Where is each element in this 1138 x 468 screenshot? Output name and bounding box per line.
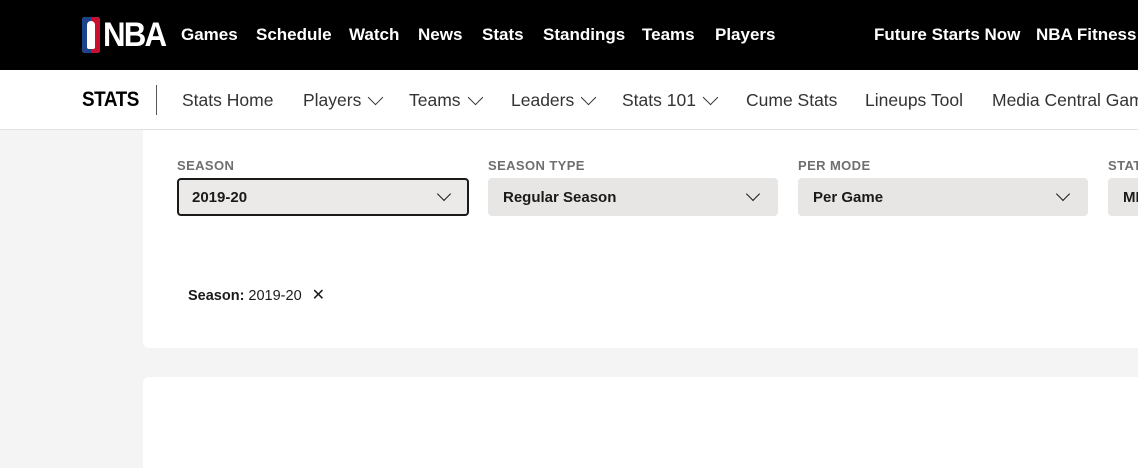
per-mode-select-value: Per Game (813, 188, 884, 206)
nav-link-teams[interactable]: Teams (642, 24, 695, 46)
active-filter-value: 2019-20 (248, 288, 302, 304)
nba-logo-icon (82, 17, 100, 53)
subnav-media-central[interactable]: Media Central Gam (992, 89, 1138, 111)
per-mode-select[interactable]: Per Game (798, 178, 1088, 216)
season-type-select-value: Regular Season (503, 188, 617, 206)
chevron-down-icon (467, 89, 483, 105)
chevron-down-icon (368, 89, 384, 105)
filter-label-season-type: SEASON TYPE (488, 158, 585, 173)
active-filter-key: Season: (188, 288, 245, 304)
nav-link-stats[interactable]: Stats (482, 24, 524, 46)
nba-logo-text: NBA (103, 16, 167, 54)
stats-title[interactable]: STATS (82, 88, 139, 112)
nav-link-future-starts-now[interactable]: Future Starts Now (874, 24, 1020, 46)
subnav-label: Media Central Gam (992, 90, 1138, 110)
stats-subnav: STATS Stats Home Players Teams Leaders S… (0, 70, 1138, 130)
active-filter-chip: Season: 2019-20 ✕ (188, 288, 325, 305)
chevron-down-icon (702, 89, 719, 105)
subnav-label: Stats Home (182, 90, 274, 110)
subnav-label: Leaders (511, 90, 575, 110)
nba-logo[interactable]: NBA (82, 16, 171, 54)
nav-link-news[interactable]: News (418, 24, 462, 46)
nav-link-games[interactable]: Games (181, 24, 238, 46)
subnav-stats-101[interactable]: Stats 101 (622, 89, 719, 111)
filter-label-per-mode: PER MODE (798, 158, 871, 173)
filter-card (143, 130, 1138, 348)
chevron-down-icon (580, 89, 597, 105)
nav-link-standings[interactable]: Standings (543, 24, 625, 46)
close-icon[interactable]: ✕ (312, 288, 325, 304)
subnav-divider (156, 85, 157, 115)
filter-label-stat: STAT (1108, 158, 1138, 173)
chevron-down-icon (1055, 186, 1071, 202)
subnav-teams[interactable]: Teams (409, 89, 483, 111)
subnav-label: Teams (409, 90, 461, 110)
subnav-label: Players (303, 90, 362, 110)
subnav-label: Stats 101 (622, 90, 696, 110)
nav-link-watch[interactable]: Watch (349, 24, 399, 46)
season-select-value: 2019-20 (192, 188, 248, 206)
subnav-players[interactable]: Players (303, 89, 384, 111)
subnav-label: Cume Stats (746, 90, 838, 110)
subnav-leaders[interactable]: Leaders (511, 89, 597, 111)
subnav-label: Lineups Tool (865, 90, 963, 110)
nav-link-players[interactable]: Players (715, 24, 776, 46)
nav-link-nba-fitness[interactable]: NBA Fitness (1036, 24, 1136, 46)
subnav-lineups-tool[interactable]: Lineups Tool (865, 89, 963, 111)
top-nav: NBA Games Schedule Watch News Stats Stan… (0, 0, 1138, 70)
subnav-stats-home[interactable]: Stats Home (182, 89, 273, 111)
subnav-cume-stats[interactable]: Cume Stats (746, 89, 837, 111)
stats-table-card (143, 377, 1138, 468)
season-type-select[interactable]: Regular Season (488, 178, 778, 216)
season-select[interactable]: 2019-20 (177, 178, 469, 216)
chevron-down-icon (745, 186, 761, 202)
stat-select[interactable]: MI (1108, 178, 1138, 216)
chevron-down-icon (436, 186, 452, 202)
filter-label-season: SEASON (177, 158, 235, 173)
nav-link-schedule[interactable]: Schedule (256, 24, 332, 46)
stat-select-value: MI (1123, 188, 1138, 206)
